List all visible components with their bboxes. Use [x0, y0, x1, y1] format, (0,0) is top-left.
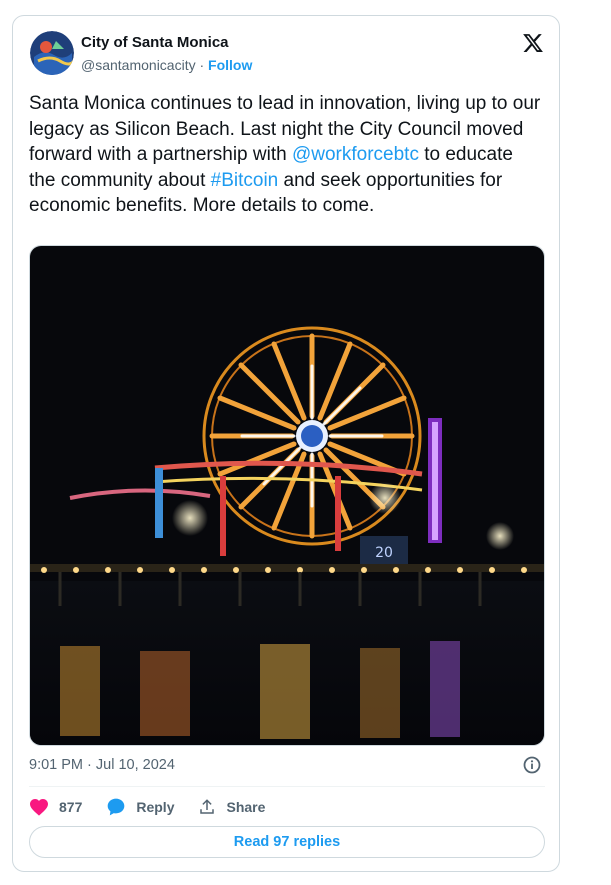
sign-text: 20	[375, 545, 393, 561]
reply-label: Reply	[136, 799, 175, 815]
divider	[29, 786, 545, 787]
x-logo-icon[interactable]	[522, 32, 544, 54]
heart-icon	[30, 798, 48, 816]
tweet-card: City of Santa Monica @santamonicacity · …	[12, 15, 560, 872]
share-icon	[200, 799, 215, 814]
tweet-text: Santa Monica continues to lead in innova…	[29, 91, 544, 219]
reply-bubble-icon	[108, 798, 125, 816]
handle-row: @santamonicacity · Follow	[81, 56, 252, 74]
read-replies-button[interactable]: Read 97 replies	[29, 826, 545, 858]
like-count: 877	[59, 799, 83, 815]
avatar[interactable]	[30, 31, 74, 75]
mention-link[interactable]: @workforcebtc	[292, 144, 419, 165]
info-icon[interactable]	[523, 756, 541, 774]
separator-dot: ·	[199, 57, 205, 73]
reply-button[interactable]: Reply	[106, 797, 174, 817]
share-button[interactable]: Share	[198, 798, 265, 816]
share-label: Share	[226, 799, 266, 815]
action-bar: 877 Reply Share	[29, 796, 289, 818]
account-handle[interactable]: @santamonicacity	[81, 57, 196, 73]
follow-button[interactable]: Follow	[208, 57, 252, 73]
tweet-timestamp[interactable]: 9:01 PM · Jul 10, 2024	[29, 757, 175, 773]
hashtag-link[interactable]: #Bitcoin	[211, 170, 279, 191]
account-name[interactable]: City of Santa Monica	[81, 34, 229, 52]
tweet-photo[interactable]: 20	[29, 245, 545, 746]
like-button[interactable]: 877	[29, 798, 82, 816]
ferris-wheel-photo-icon: 20	[30, 246, 544, 745]
